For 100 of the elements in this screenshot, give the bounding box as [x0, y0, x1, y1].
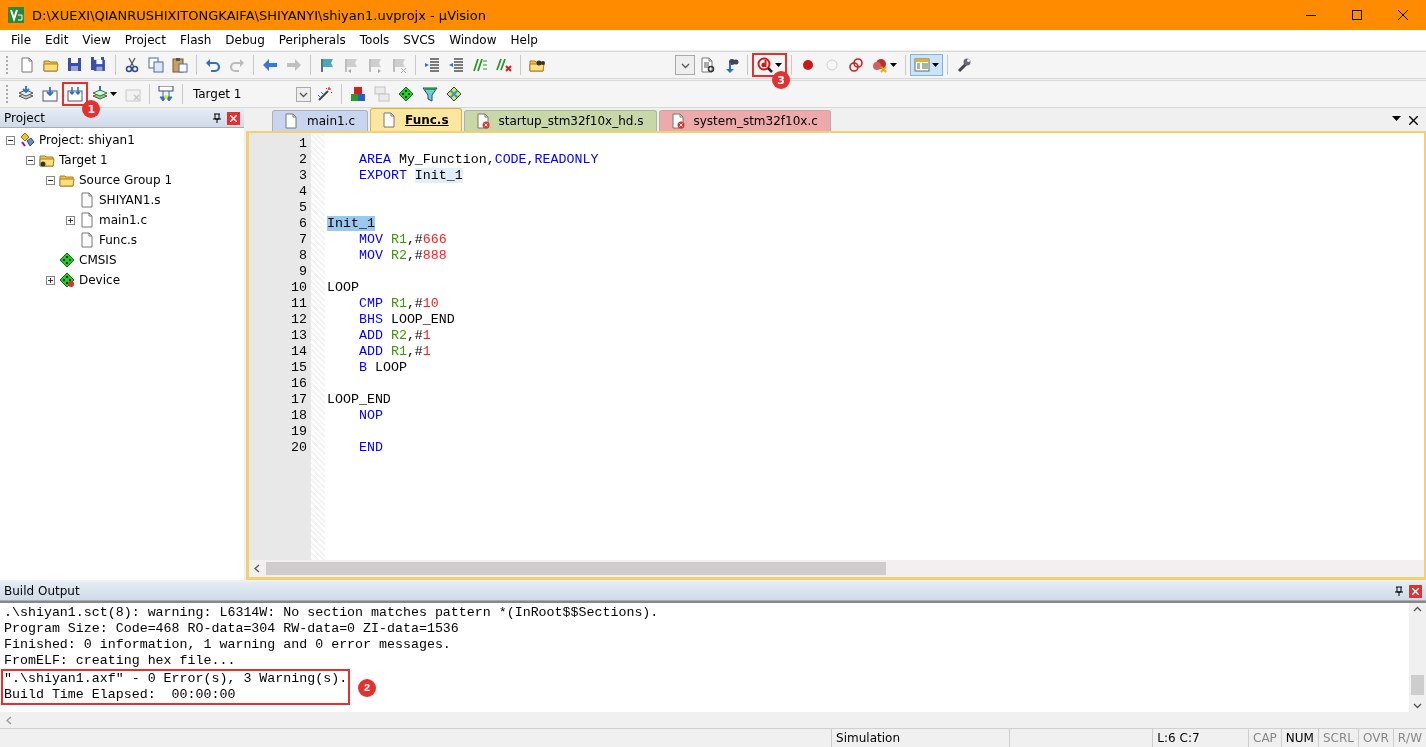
menu-item[interactable]: Debug [218, 33, 272, 47]
clipboard-icon [172, 57, 188, 73]
code-line: LOOP_END [327, 392, 391, 408]
caret-icon [890, 63, 897, 67]
close-button[interactable] [1409, 584, 1422, 598]
line-number: 13 [291, 328, 307, 343]
download-icon [158, 86, 175, 102]
target-dropdown[interactable]: Target 1 [188, 84, 312, 104]
floppy-disks-icon [91, 57, 107, 73]
diamond-icon [397, 86, 414, 102]
callout-badge: 1 [82, 100, 101, 118]
tree-item[interactable]: CMSIS [79, 253, 117, 267]
menu-item[interactable]: Project [117, 33, 173, 47]
line-number: 4 [299, 184, 307, 199]
code-line: BHS LOOP_END [358, 312, 455, 328]
line-number: 20 [291, 440, 307, 455]
menu-item[interactable]: File [4, 33, 39, 47]
folder-icon [43, 57, 59, 73]
right-arrow-icon [286, 57, 302, 73]
menu-item[interactable]: Tools [352, 33, 397, 47]
menu-item[interactable]: Edit [38, 33, 76, 47]
line-number: 2 [299, 152, 307, 167]
batch-build-icon [92, 86, 109, 102]
flag-icon [343, 57, 359, 73]
diamond-grid-icon [445, 86, 462, 102]
code-line: NOP [358, 408, 383, 424]
status-indicator: CAP [1253, 731, 1277, 745]
pin-icon[interactable] [213, 113, 221, 123]
scrollbar-thumb[interactable] [1411, 675, 1424, 695]
collapse-icon[interactable] [6, 135, 15, 145]
tree-item[interactable]: Source Group 1 [79, 173, 172, 187]
minimize-icon [1306, 14, 1316, 16]
outdent-icon [448, 57, 464, 73]
menu-item[interactable]: Peripherals [271, 33, 353, 47]
file-icon [381, 112, 398, 128]
caret-icon [775, 63, 782, 67]
tree-item[interactable]: Project: shiyan1 [39, 133, 135, 147]
status-indicator: SCRL [1322, 731, 1354, 745]
tree-item[interactable]: Target 1 [59, 153, 108, 167]
collapse-icon[interactable] [26, 155, 35, 165]
stack-arrow-icon [18, 86, 35, 102]
debug-magnifier-icon [757, 57, 773, 73]
window-layout-icon [914, 57, 930, 73]
line-number: 3 [299, 168, 307, 183]
file-tab[interactable]: main1.c [272, 110, 369, 131]
status-indicator: R/W [1397, 731, 1422, 745]
line-number: 11 [291, 296, 307, 311]
dropdown-arrow-icon[interactable] [1392, 115, 1401, 121]
code-line: ADD R1,#1 [358, 344, 431, 360]
project-icon [19, 132, 35, 148]
colored-blocks-icon [349, 86, 366, 102]
build-box-icon [42, 86, 59, 102]
close-icon[interactable] [1409, 115, 1418, 125]
tree-item[interactable]: Device [79, 273, 121, 287]
code-line: CMP R1,#10 [358, 296, 439, 312]
horizontal-scrollbar[interactable] [249, 560, 1424, 577]
status-indicator: OVR [1363, 731, 1389, 745]
tree-item[interactable]: main1.c [99, 213, 148, 227]
expand-icon[interactable] [66, 215, 75, 225]
toolbar-button[interactable] [910, 54, 943, 76]
line-number: 10 [291, 280, 307, 295]
expand-icon[interactable] [46, 275, 55, 285]
line-number: 16 [291, 376, 307, 391]
vertical-scrollbar[interactable] [1409, 603, 1426, 712]
output-line: Finished: 0 information, 1 warning and 0 error messages. [4, 637, 451, 653]
tree-item[interactable]: SHIYAN1.s [99, 193, 161, 207]
funnel-icon [421, 86, 438, 102]
close-button[interactable] [227, 111, 240, 125]
output-line: .\shiyan1.sct(8): warning: L6314W: No section matches pattern *(InRoot$$Sections). [4, 605, 659, 621]
rebuild-box-icon [67, 86, 84, 102]
collapse-icon[interactable] [46, 175, 55, 185]
file-tab[interactable]: system_stm32f10x.c [658, 110, 831, 131]
flag-icon [367, 57, 383, 73]
maximize-icon [1352, 10, 1362, 20]
code-line: AREA My_Function,CODE,READONLY [358, 152, 599, 168]
copy-icon [148, 57, 164, 73]
code-line: END [358, 440, 383, 456]
dropdown-field[interactable] [675, 55, 695, 75]
menu-item[interactable]: SVCS [396, 33, 443, 47]
caret-icon [932, 63, 939, 67]
tree-item[interactable]: Func.s [99, 233, 138, 247]
close-icon [1412, 587, 1419, 595]
diamond-icon [59, 252, 75, 268]
menu-item[interactable]: View [75, 33, 118, 47]
menu-item[interactable]: Flash [172, 33, 219, 47]
line-number: 7 [299, 232, 307, 247]
menu-item[interactable]: Window [442, 33, 504, 47]
code-line: ADD R2,#1 [358, 328, 431, 344]
app-logo-icon [8, 7, 24, 23]
menu-item[interactable]: Help [503, 33, 545, 47]
line-number: 14 [291, 344, 307, 359]
file-tab[interactable]: startup_stm32f10x_hd.s [463, 110, 657, 131]
file-icon [79, 192, 95, 208]
scissors-icon [124, 57, 140, 73]
callout-badge: 2 [358, 679, 376, 697]
folder-binoculars-icon [529, 57, 545, 73]
pin-icon[interactable] [1395, 586, 1403, 596]
caret-icon [110, 92, 118, 96]
file-tab[interactable]: Func.s [370, 108, 462, 131]
uncomment-lines-icon [496, 57, 512, 73]
